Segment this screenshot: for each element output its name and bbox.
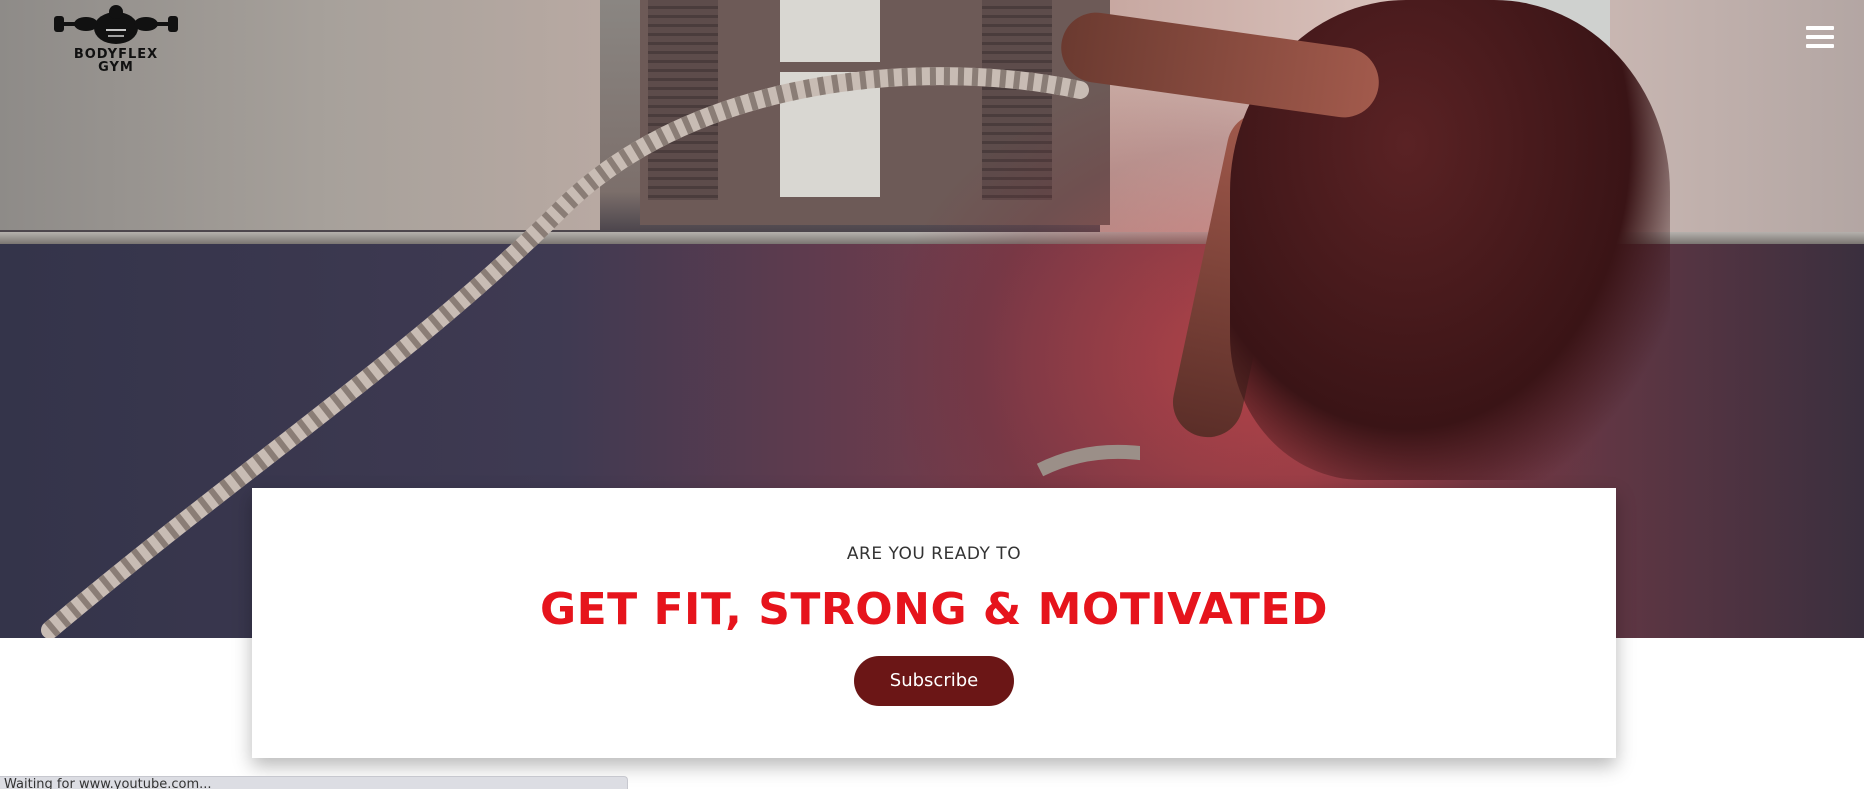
hamburger-menu-button[interactable]: [1806, 26, 1836, 50]
hamburger-icon-bar: [1806, 26, 1834, 30]
bodyflex-logo[interactable]: BODYFLEX GYM: [52, 4, 180, 75]
hamburger-icon-bar: [1806, 44, 1834, 48]
cta-kicker: ARE YOU READY TO: [846, 544, 1022, 564]
logo-text: BODYFLEX GYM: [73, 47, 159, 75]
bodybuilder-logo-icon: [54, 5, 178, 44]
status-text: Waiting for www.youtube.com...: [4, 777, 212, 789]
browser-status-bar: Waiting for www.youtube.com...: [0, 776, 628, 789]
hamburger-icon-bar: [1806, 35, 1834, 39]
subscribe-button[interactable]: Subscribe: [854, 656, 1014, 706]
cta-card: ARE YOU READY TO GET FIT, STRONG & MOTIV…: [252, 488, 1616, 758]
cta-headline: GET FIT, STRONG & MOTIVATED: [539, 584, 1328, 635]
